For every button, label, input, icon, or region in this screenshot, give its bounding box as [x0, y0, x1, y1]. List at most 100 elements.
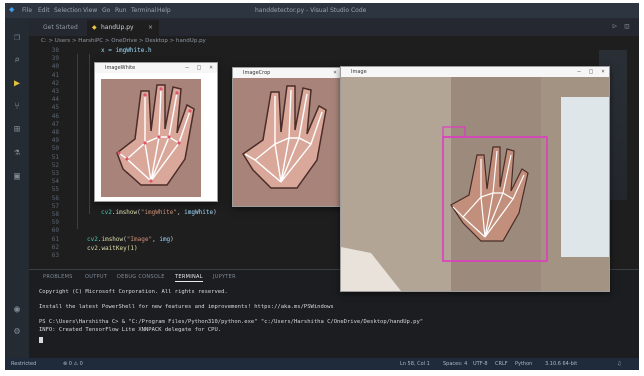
close-icon[interactable]: × [205, 63, 217, 73]
line-number: 45 [51, 104, 59, 112]
title-bar: ◆ File Edit Selection View Go Run Termin… [5, 3, 639, 18]
line-number: 47 [51, 120, 59, 128]
line-number: 63 [51, 252, 59, 259]
explorer-icon[interactable]: ❐ [11, 32, 23, 44]
terminal-line: INFO: Created TensorFlow Lite XNNPACK de… [39, 327, 222, 333]
line-number: 40 [51, 63, 59, 71]
terminal-line: PS C:\Users\Harshitha C> & "C:/Program F… [39, 319, 424, 325]
bell-icon[interactable]: ♫ [617, 358, 621, 370]
line-number: 61 [51, 235, 59, 243]
python-file-icon: ◆ [92, 24, 97, 31]
line-ending[interactable]: CRLF [495, 358, 508, 370]
testing-icon[interactable]: ⚗ [11, 147, 23, 159]
panel-tab-problems[interactable]: PROBLEMS [43, 274, 73, 280]
code-line-top: x = imgWhite.h [101, 47, 152, 54]
line-number: 59 [51, 219, 59, 227]
maximize-icon[interactable]: □ [193, 63, 205, 73]
tab-label: Get Started [43, 24, 78, 31]
menu-selection[interactable]: Selection [54, 7, 82, 14]
indentation-setting[interactable]: Spaces: 4 [443, 358, 467, 370]
extensions-icon[interactable]: ⊞ [11, 124, 23, 136]
run-debug-icon[interactable]: ▶ [11, 78, 23, 90]
close-icon[interactable]: × [597, 67, 609, 77]
python-interpreter[interactable]: 3.10.6 64-bit [545, 358, 577, 370]
menu-run[interactable]: Run [115, 7, 127, 14]
terminal-line: Install the latest PowerShell for new fe… [39, 304, 334, 310]
code-line-waitkey: cv2.waitKey(1) [87, 245, 138, 252]
panel-tab-jupyter[interactable]: JUPYTER [213, 274, 236, 280]
tab-get-started[interactable]: Get Started [29, 20, 85, 36]
imagewhite-canvas [95, 73, 217, 201]
menu-go[interactable]: Go [102, 7, 110, 14]
remote-icon[interactable]: ▣ [11, 171, 23, 183]
code-line-imshow-image: cv2.imshow("Image", img) [87, 236, 174, 243]
activity-bar: ❐ ⌕ ▶ ⑂ ⊞ ⚗ ▣ ◉ ⚙ [5, 18, 29, 358]
indent-guide [77, 54, 78, 229]
tab-label: handUp.py [101, 24, 134, 31]
line-number: 49 [51, 137, 59, 145]
line-number: 43 [51, 88, 59, 95]
encoding[interactable]: UTF-8 [473, 358, 488, 370]
line-number: 58 [51, 211, 59, 218]
line-number: 57 [51, 202, 59, 210]
cursor-position[interactable]: Ln 58, Col 1 [400, 358, 430, 370]
window-title: ImageCrop [233, 68, 341, 78]
hand-image [233, 78, 341, 206]
terminal-view[interactable]: Copyright (C) Microsoft Corporation. All… [29, 284, 639, 359]
account-icon[interactable]: ◉ [11, 304, 23, 316]
image-window[interactable]: Image – □ × [340, 66, 610, 292]
window-title: Image [341, 67, 609, 77]
imagecrop-window[interactable]: ImageCrop × [232, 67, 342, 207]
vscode-logo-icon: ◆ [9, 5, 15, 15]
line-number: 62 [51, 243, 59, 251]
terminal-cursor [39, 337, 43, 343]
window-title: handdetector.py - Visual Studio Code [255, 7, 367, 14]
imagecrop-canvas [233, 78, 341, 206]
line-number: 41 [51, 71, 59, 79]
indent-guide [89, 54, 90, 214]
breadcrumb[interactable]: C: > Users > HarshiPC > OneDrive > Deskt… [29, 36, 639, 46]
code-text: cv2.waitKey(1) [87, 245, 138, 252]
close-icon[interactable]: × [148, 20, 153, 36]
line-number: 50 [51, 145, 59, 153]
panel-tab-terminal[interactable]: TERMINAL [175, 274, 203, 282]
line-number: 56 [51, 194, 59, 202]
hand-image [101, 79, 201, 197]
problems-count[interactable]: ⊗ 0 ⚠ 0 [63, 358, 83, 370]
run-button-icon[interactable]: ▷ [613, 22, 617, 30]
search-icon[interactable]: ⌕ [11, 55, 23, 67]
language-mode[interactable]: Python [515, 358, 532, 370]
maximize-icon[interactable]: □ [585, 67, 597, 77]
webcam-canvas [341, 77, 609, 291]
tab-handup-py[interactable]: ◆ handUp.py × [87, 20, 159, 36]
menu-help[interactable]: Help [157, 7, 171, 14]
line-number: 52 [51, 161, 59, 169]
line-number: 46 [51, 112, 59, 120]
minimize-icon[interactable]: – [573, 67, 585, 77]
line-number: 55 [51, 186, 59, 194]
status-bar: Restricted ⊗ 0 ⚠ 0 Ln 58, Col 1 Spaces: … [5, 358, 639, 370]
restricted-mode-indicator[interactable]: Restricted [11, 358, 36, 370]
source-control-icon[interactable]: ⑂ [11, 101, 23, 113]
settings-gear-icon[interactable]: ⚙ [11, 326, 23, 338]
line-number: 48 [51, 129, 59, 136]
line-number: 42 [51, 79, 59, 87]
line-number: 51 [51, 153, 59, 161]
terminal-line: Copyright (C) Microsoft Corporation. All… [39, 289, 228, 295]
line-number: 44 [51, 96, 59, 104]
menu-terminal[interactable]: Terminal [131, 7, 156, 14]
line-number: 39 [51, 55, 59, 63]
menu-file[interactable]: File [22, 7, 32, 14]
line-number: 60 [51, 227, 59, 235]
code-text: x = imgWhite.h [101, 47, 152, 54]
panel-tab-output[interactable]: OUTPUT [85, 274, 107, 280]
menu-view[interactable]: View [83, 7, 97, 14]
line-number: 38 [51, 47, 59, 54]
panel-tab-debug-console[interactable]: DEBUG CONSOLE [117, 274, 165, 280]
menu-edit[interactable]: Edit [38, 7, 50, 14]
code-line-imshow-white: cv2.imshow("imgWhite", imgWhite) [101, 209, 217, 216]
minimize-icon[interactable]: – [181, 63, 193, 73]
split-editor-icon[interactable]: ◫ [625, 22, 629, 30]
imagewhite-window[interactable]: ImageWhite – □ × [94, 62, 218, 202]
window-name-string: Image [130, 236, 149, 243]
